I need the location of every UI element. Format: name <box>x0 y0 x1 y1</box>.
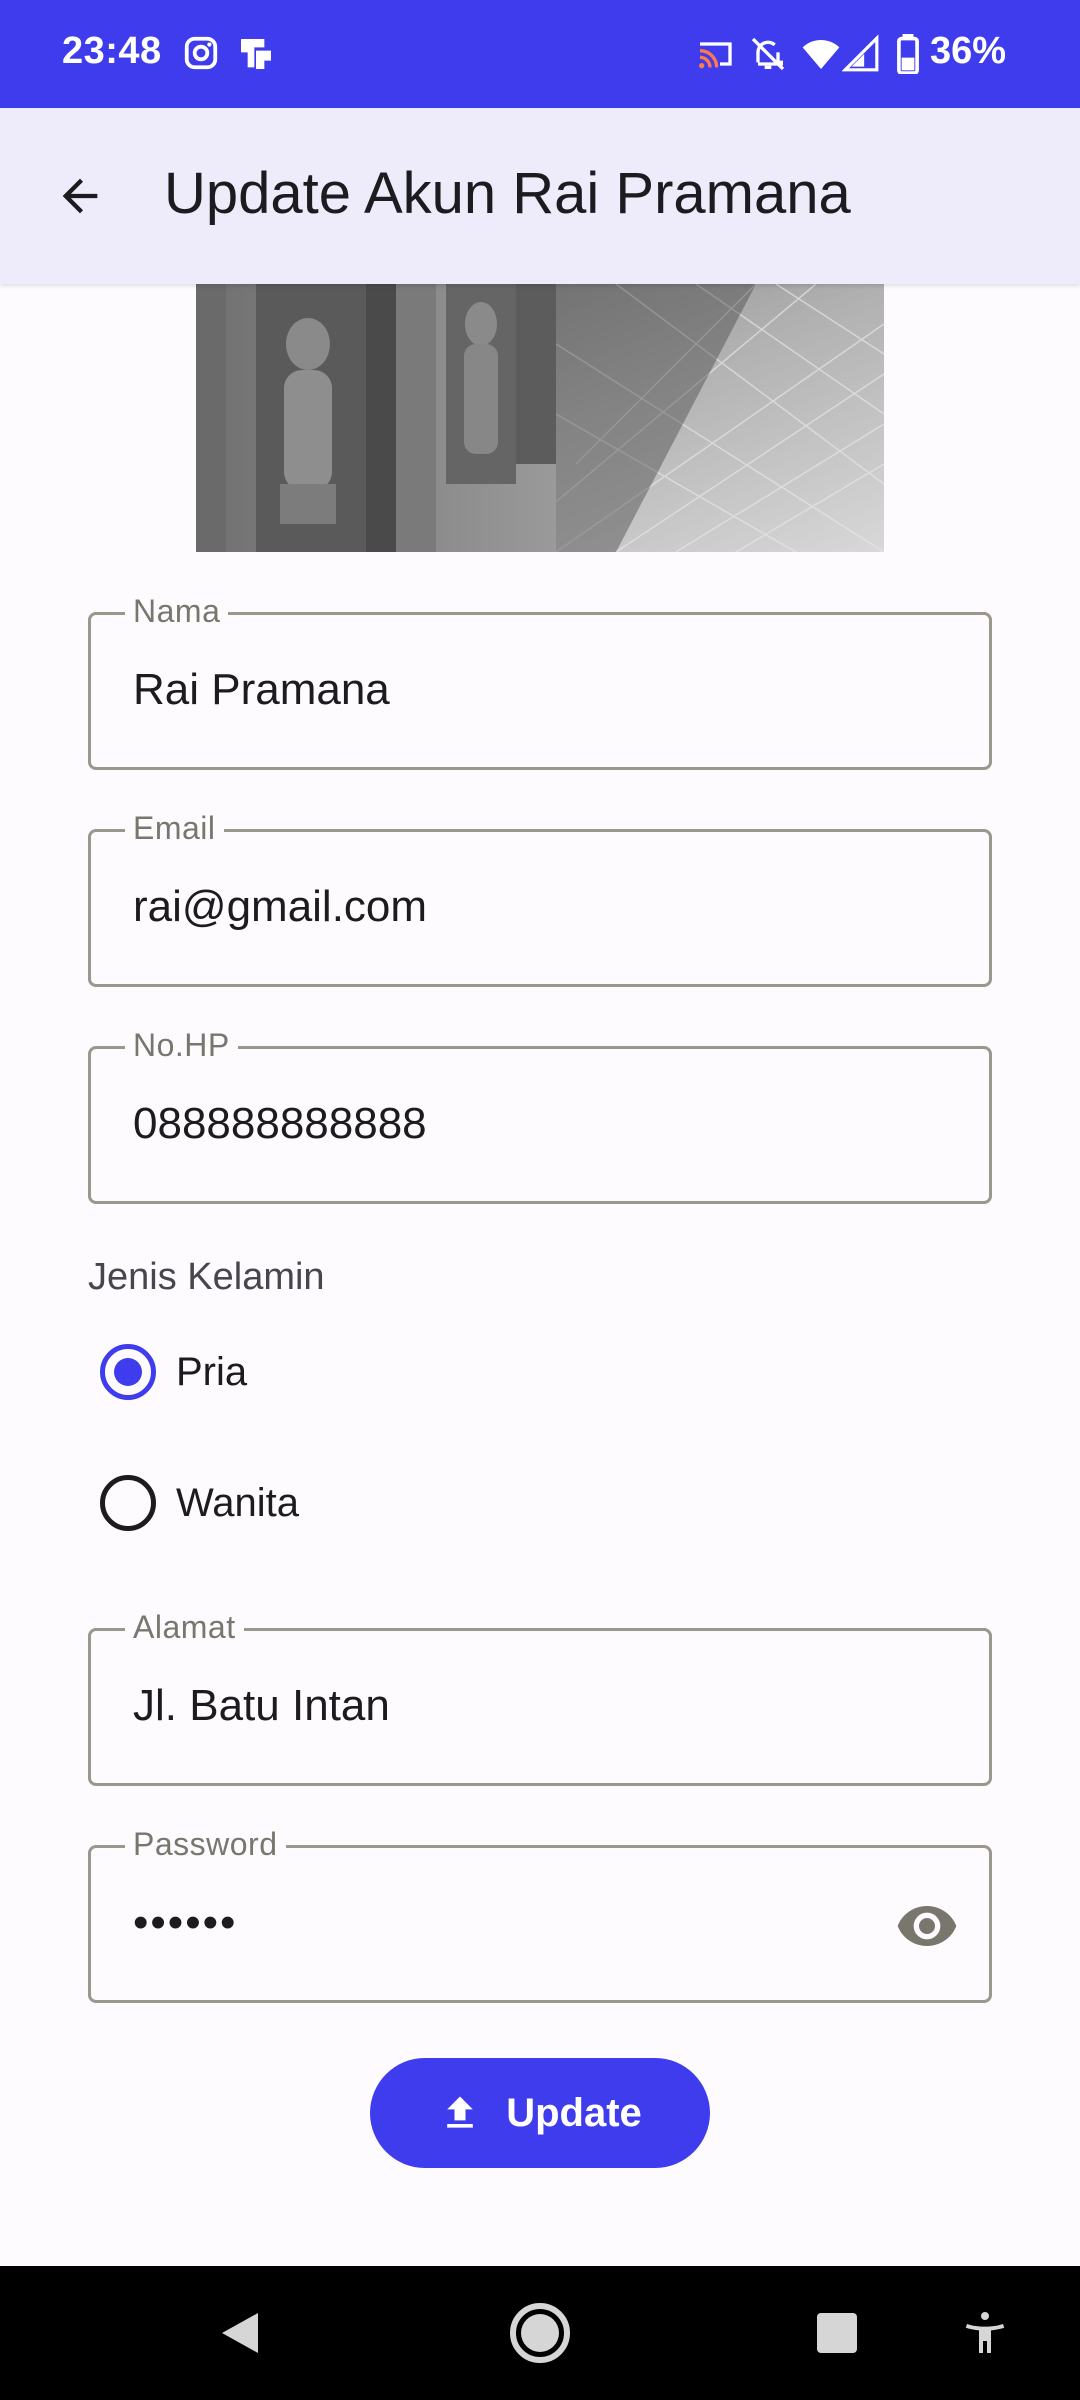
password-visibility-toggle[interactable] <box>895 1894 959 1958</box>
status-bar: 23:48 36% <box>0 0 1080 108</box>
profile-photo <box>196 284 884 552</box>
radio-wanita-label: Wanita <box>176 1480 300 1525</box>
radio-pria[interactable]: Pria <box>100 1332 247 1412</box>
bell-off-icon <box>748 34 788 79</box>
alamat-input[interactable]: Jl. Batu Intan <box>133 1681 390 1731</box>
recents-square-icon <box>817 2313 857 2353</box>
wifi-icon <box>800 34 842 79</box>
update-button-label: Update <box>506 2090 642 2135</box>
notification-app-icon <box>236 34 276 79</box>
app-bar: Update Akun Rai Pramana <box>0 108 1080 284</box>
back-button[interactable] <box>40 156 120 236</box>
nama-label: Nama <box>125 593 229 630</box>
gender-label: Jenis Kelamin <box>88 1256 325 1298</box>
home-circle-icon <box>510 2303 570 2363</box>
phone-label: No.HP <box>125 1027 238 1064</box>
radio-button-checked[interactable] <box>100 1344 156 1400</box>
alamat-field[interactable]: Alamat Jl. Batu Intan <box>88 1609 992 1786</box>
system-nav-bar <box>0 2266 1080 2400</box>
arrow-back-icon <box>62 178 98 214</box>
battery-percentage: 36% <box>930 30 1007 72</box>
nav-back-button[interactable] <box>200 2266 280 2400</box>
radio-button-unchecked[interactable] <box>100 1475 156 1531</box>
nama-field[interactable]: Nama Rai Pramana <box>88 593 992 770</box>
cast-icon <box>694 34 736 79</box>
nama-input[interactable]: Rai Pramana <box>133 665 390 715</box>
signal-icon <box>841 34 880 79</box>
status-time: 23:48 <box>62 30 162 72</box>
email-label: Email <box>125 810 224 847</box>
password-label: Password <box>125 1826 286 1863</box>
radio-pria-label: Pria <box>176 1349 248 1394</box>
back-triangle-icon <box>222 2313 258 2353</box>
nav-accessibility-button[interactable] <box>945 2266 1025 2400</box>
email-field[interactable]: Email rai@gmail.com <box>88 810 992 987</box>
password-input[interactable]: •••••• <box>133 1898 237 1948</box>
phone-field[interactable]: No.HP 088888888888 <box>88 1027 992 1204</box>
alamat-label: Alamat <box>125 1609 244 1646</box>
email-input[interactable]: rai@gmail.com <box>133 882 427 932</box>
password-field[interactable]: Password •••••• <box>88 1826 992 2003</box>
radio-wanita[interactable]: Wanita <box>100 1463 299 1543</box>
instagram-icon <box>182 34 220 77</box>
battery-icon <box>896 34 920 79</box>
update-button[interactable]: Update <box>370 2058 710 2168</box>
upload-icon <box>447 2096 474 2128</box>
nav-recents-button[interactable] <box>797 2266 877 2400</box>
phone-input[interactable]: 088888888888 <box>133 1099 427 1149</box>
eye-icon <box>897 1906 957 1946</box>
nav-home-button[interactable] <box>500 2266 580 2400</box>
accessibility-icon <box>965 2312 1005 2353</box>
page-title: Update Akun Rai Pramana <box>164 161 851 226</box>
